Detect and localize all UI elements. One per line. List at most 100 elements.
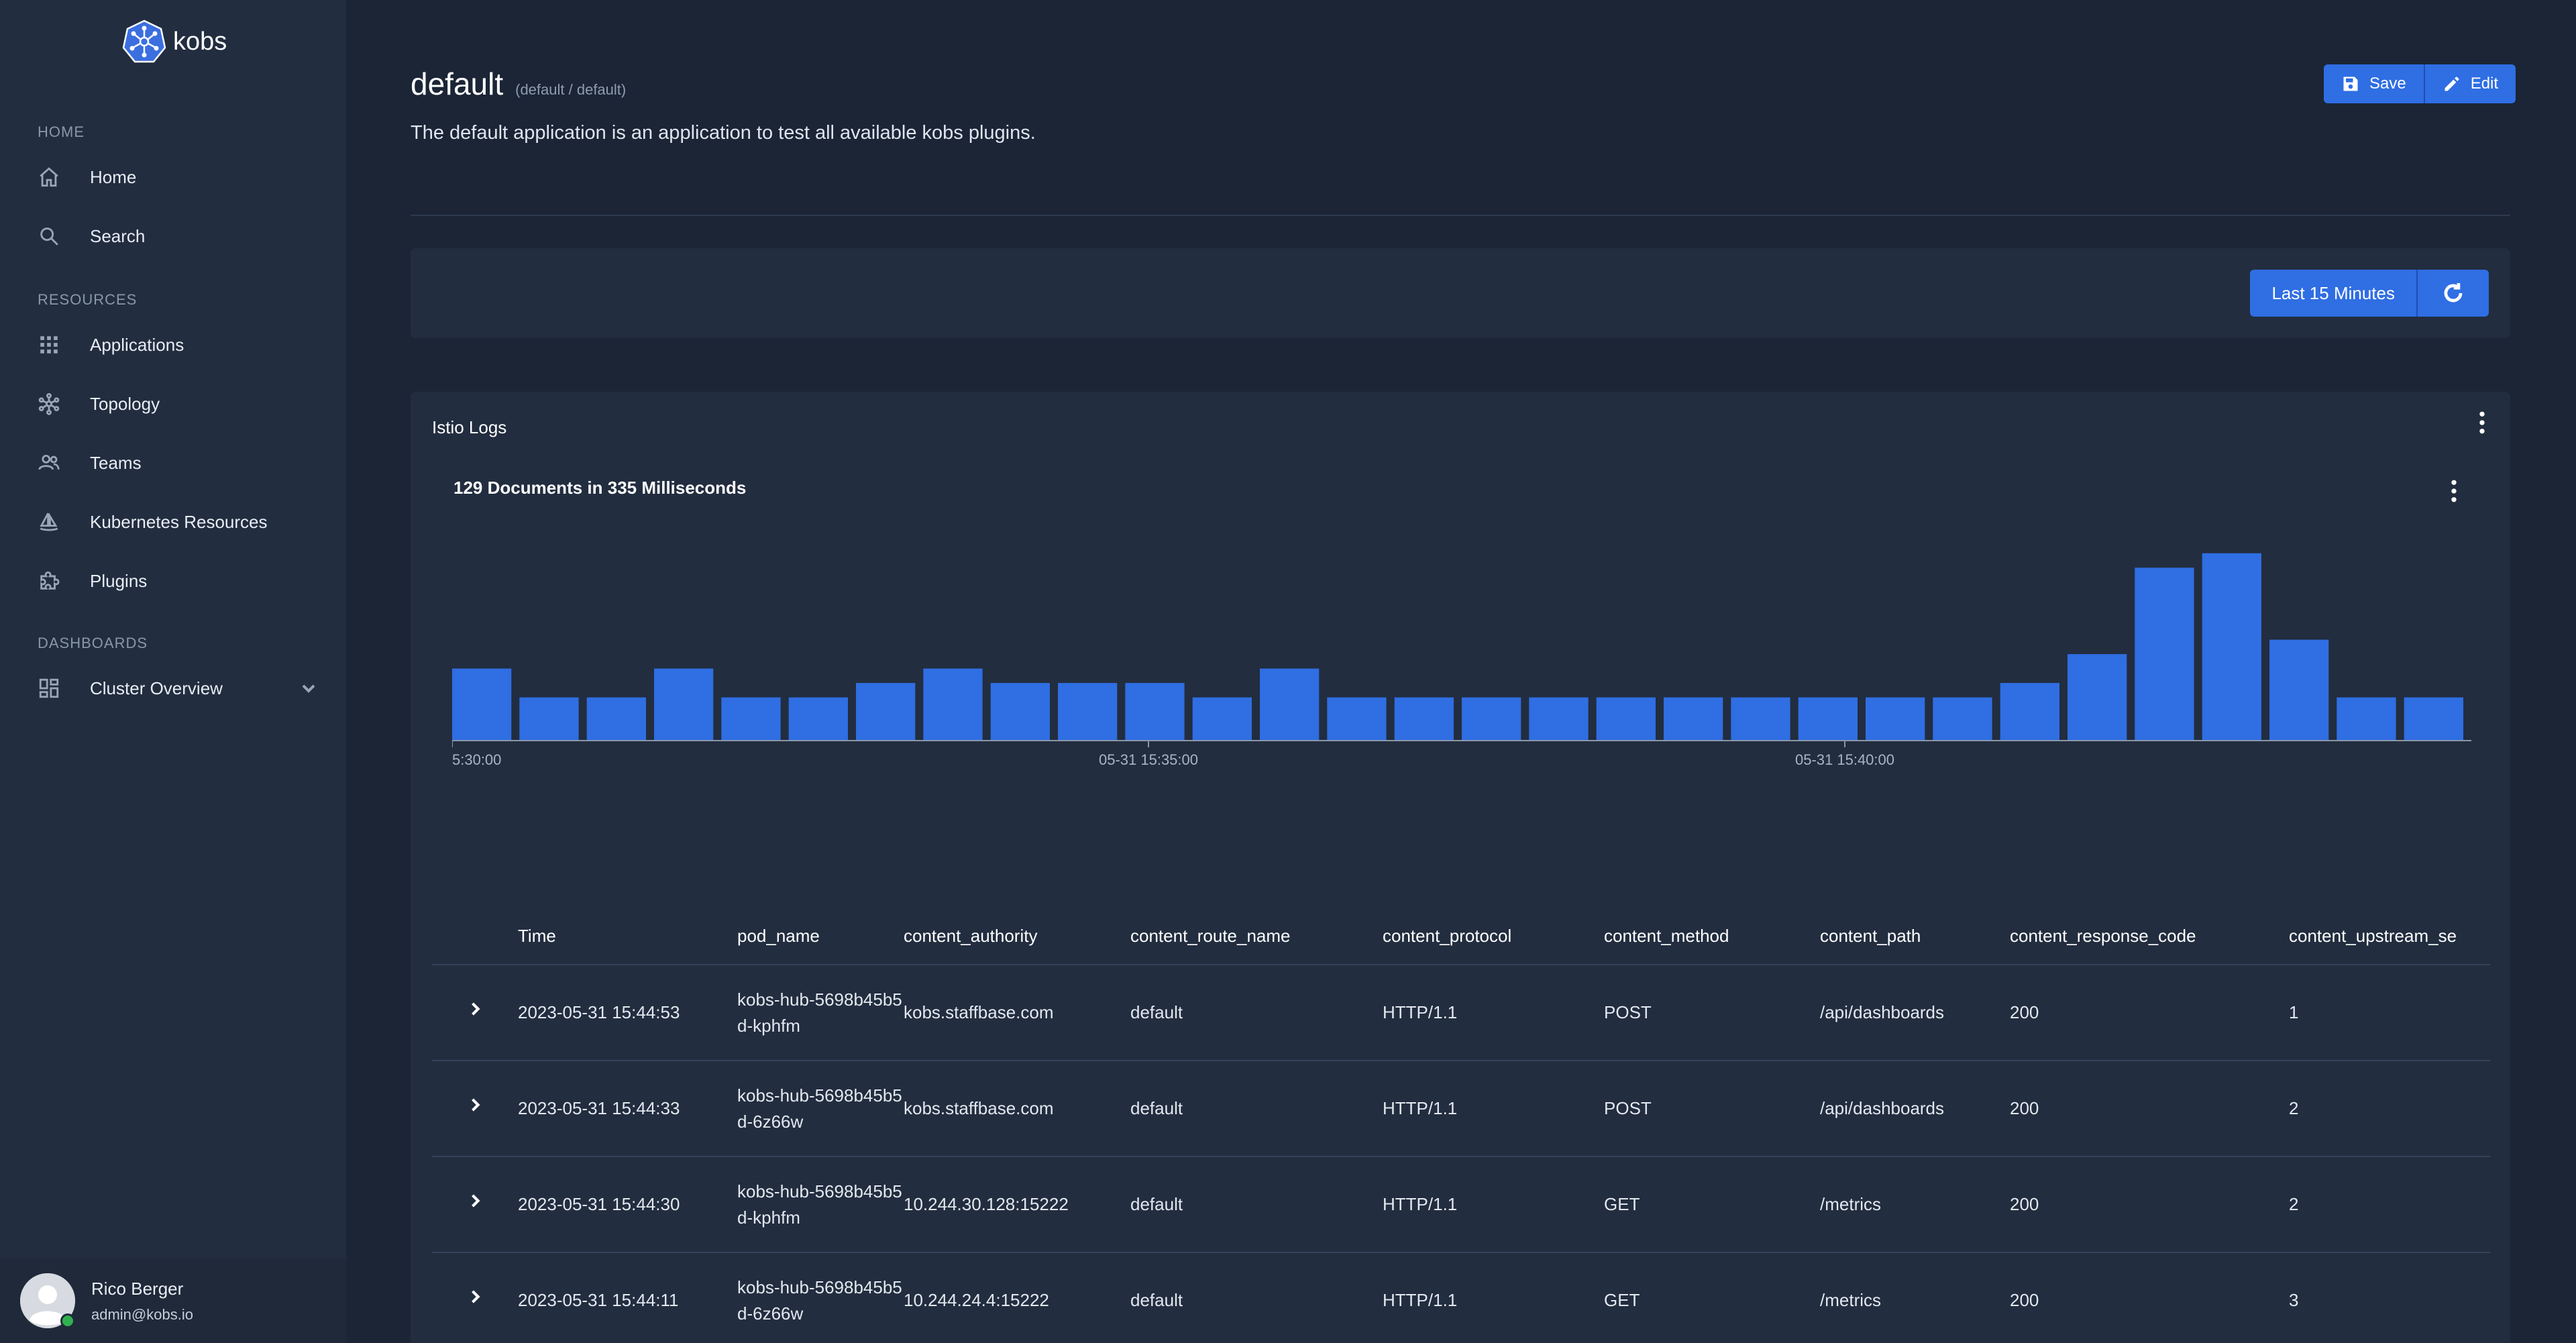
cell-time: 2023-05-31 15:44:33 [518,1061,737,1157]
sidebar-item-applications[interactable]: Applications [38,323,319,366]
table-row[interactable]: 2023-05-31 15:44:30 kobs-hub-5698b45b5d-… [432,1157,2490,1253]
column-header[interactable]: content_method [1604,908,1820,965]
column-header[interactable]: content_route_name [1130,908,1383,965]
x-axis-tick-label: 5:30:00 [452,751,501,768]
histogram-bar[interactable] [1933,697,1992,741]
histogram-bar[interactable] [856,683,916,741]
cell-route-name: default [1130,1252,1383,1343]
time-range-button[interactable]: Last 15 Minutes [2250,270,2416,317]
refresh-button[interactable] [2416,270,2489,317]
x-axis-tick-label: 05-31 15:40:00 [1795,751,1894,768]
cell-protocol: HTTP/1.1 [1383,1252,1604,1343]
puzzle-icon [38,568,75,594]
table-row[interactable]: 2023-05-31 15:44:33 kobs-hub-5698b45b5d-… [432,1061,2490,1157]
expand-row-button[interactable] [432,965,518,1061]
cell-path: /api/dashboards [1820,1061,2010,1157]
cell-pod-name: kobs-hub-5698b45b5d-6z66w [737,1252,904,1343]
histogram-bar[interactable] [1394,697,1454,741]
topology-icon [38,390,75,417]
avatar[interactable] [20,1273,75,1328]
refresh-icon [2444,282,2463,303]
histogram-bar[interactable] [2068,654,2127,741]
edit-button[interactable]: Edit [2423,64,2516,103]
nav-section-dashboards: DASHBOARDS [38,635,148,651]
histogram-bar[interactable] [2269,639,2329,741]
histogram-bar[interactable] [519,697,579,741]
histogram-bar[interactable] [1866,697,1925,741]
histogram-bar[interactable] [586,697,646,741]
histogram-bar[interactable] [2337,697,2396,741]
column-header[interactable]: content_response_code [2010,908,2289,965]
histogram-bar[interactable] [2202,553,2261,741]
column-header[interactable]: Time [518,908,737,965]
histogram-bar[interactable] [1462,697,1521,741]
histogram-bar[interactable] [2404,697,2463,741]
cell-path: /metrics [1820,1157,2010,1253]
panel-title: Istio Logs [432,417,507,437]
column-header[interactable]: pod_name [737,908,904,965]
histogram-bar[interactable] [2000,683,2059,741]
histogram-bar[interactable] [2135,568,2194,741]
histogram-bar[interactable] [1798,697,1858,741]
cell-protocol: HTTP/1.1 [1383,1061,1604,1157]
time-range-group: Last 15 Minutes [2250,270,2489,317]
histogram-bar[interactable] [1192,697,1252,741]
cell-route-name: default [1130,965,1383,1061]
histogram-bar[interactable] [1327,697,1387,741]
application-description: The default application is an applicatio… [411,122,1036,144]
header-actions: Save Edit [2324,64,2516,103]
cell-upstream: 3 [2289,1252,2490,1343]
sidebar-item-topology[interactable]: Topology [38,382,319,425]
user-footer[interactable]: Rico Berger admin@kobs.io [0,1258,346,1343]
sidebar-item-plugins[interactable]: Plugins [38,559,319,602]
home-icon [38,164,75,191]
column-header[interactable]: content_upstream_se [2289,908,2490,965]
column-header[interactable]: content_protocol [1383,908,1604,965]
sidebar-item-label: Search [90,225,146,246]
histogram-bar[interactable] [1058,683,1118,741]
sidebar-item-teams[interactable]: Teams [38,441,319,484]
expand-row-button[interactable] [432,1061,518,1157]
histogram-bar[interactable] [1260,668,1320,741]
save-button[interactable]: Save [2324,64,2424,103]
sidebar-item-cluster-overview[interactable]: Cluster Overview [38,667,319,710]
expand-row-button[interactable] [432,1252,518,1343]
column-header[interactable]: content_authority [904,908,1130,965]
histogram-bar[interactable] [452,668,512,741]
histogram-chart: 5:30:00 05-31 15:35:00 05-31 15:40:00 [451,553,2471,768]
table-row[interactable]: 2023-05-31 15:44:11 kobs-hub-5698b45b5d-… [432,1252,2490,1343]
histogram-bar[interactable] [990,683,1050,741]
user-email: admin@kobs.io [91,1305,193,1323]
chevron-down-icon[interactable] [298,678,319,699]
histogram-bar[interactable] [1125,683,1185,741]
histogram-bar[interactable] [1596,697,1656,741]
column-header-expand [432,908,518,965]
panel-menu-kebab-icon[interactable] [2469,409,2496,436]
istio-logs-panel: Istio Logs 129 Documents in 335 Millisec… [411,392,2510,1343]
people-icon [38,449,75,476]
histogram-bar[interactable] [1529,697,1589,741]
main-content: default (default / default) The default … [346,0,2576,1343]
x-axis-tick-label: 05-31 15:35:00 [1099,751,1198,768]
histogram-bar[interactable] [788,697,848,741]
histogram-bar[interactable] [1731,697,1790,741]
table-row[interactable]: 2023-05-31 15:44:53 kobs-hub-5698b45b5d-… [432,965,2490,1061]
cell-authority: 10.244.24.4:15222 [904,1252,1130,1343]
histogram-bar[interactable] [923,668,983,741]
grid-icon [38,331,75,358]
column-header[interactable]: content_path [1820,908,2010,965]
histogram-bar[interactable] [721,697,781,741]
sidebar-item-home[interactable]: Home [38,156,319,199]
histogram-bar[interactable] [654,668,714,741]
histogram-bar[interactable] [1664,697,1723,741]
chart-menu-kebab-icon[interactable] [2440,478,2467,504]
kobs-logo-icon [122,19,166,63]
sidebar-item-kubernetes-resources[interactable]: Kubernetes Resources [38,500,319,543]
nav-section-resources: RESOURCES [38,291,138,308]
sidebar-item-label: Applications [90,334,184,355]
sidebar-item-search[interactable]: Search [38,215,319,258]
brand-logo[interactable]: kobs [122,17,227,66]
cell-response-code: 200 [2010,1061,2289,1157]
cell-route-name: default [1130,1157,1383,1253]
expand-row-button[interactable] [432,1157,518,1253]
